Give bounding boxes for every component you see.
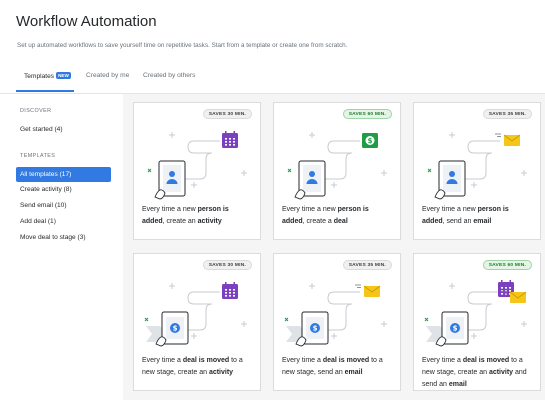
card-description: Every time a new person is added, send a…	[422, 204, 532, 228]
bold-part: added	[282, 218, 303, 225]
template-card[interactable]: $ SAVES 30 MIN. Every time a deal is move…	[133, 253, 261, 391]
calendar-icon	[222, 131, 238, 148]
active-tab-indicator	[16, 90, 74, 92]
time-saved-badge: SAVES 35 MIN.	[342, 260, 392, 270]
page-title: Workflow Automation	[16, 13, 157, 30]
time-saved-badge: SAVES 30 MIN.	[202, 260, 252, 270]
card-description: Every time a deal is moved to a new stag…	[142, 355, 252, 379]
new-badge: NEW	[56, 72, 71, 79]
template-card[interactable]: $ SAVES 35 MIN. Every time a deal is move…	[273, 253, 401, 391]
text-part: Every time a	[142, 357, 183, 364]
deal-moved-icon: $	[424, 311, 469, 347]
dollar-icon: $	[362, 133, 378, 148]
tab-templates[interactable]: Templates NEW	[24, 72, 71, 80]
text-part: Every time a	[282, 357, 323, 364]
bold-part: person is	[197, 206, 229, 213]
text-part: , create a	[302, 218, 334, 225]
svg-text:$: $	[453, 325, 458, 333]
text-part: , create an	[162, 218, 198, 225]
template-card[interactable]: $ SAVES 60 MIN. Every time a new person i…	[273, 102, 401, 240]
bold-part: activity	[208, 369, 234, 376]
deal-moved-icon: $	[144, 311, 189, 347]
tab-label: Templates	[24, 73, 55, 80]
bold-part: email	[344, 369, 363, 376]
envelope-icon	[355, 284, 381, 297]
sidebar-item-move-deal-to-stage[interactable]: Move deal to stage (3)	[20, 234, 86, 241]
bold-part: email	[473, 218, 492, 225]
time-saved-badge: SAVES 30 MIN.	[202, 109, 252, 119]
sidebar-item-get-started[interactable]: Get started (4)	[20, 126, 63, 133]
envelope-icon	[495, 133, 521, 146]
deal-moved-icon: $	[284, 311, 329, 347]
text-part: Every time a new	[142, 206, 198, 213]
tab-created-by-others[interactable]: Created by others	[143, 72, 195, 79]
card-description: Every time a new person is added, create…	[142, 204, 252, 228]
svg-text:$: $	[173, 325, 178, 333]
calendar-icon	[222, 282, 238, 299]
bold-part: deal is moved	[322, 357, 370, 364]
tab-created-by-me[interactable]: Created by me	[86, 72, 129, 79]
bold-part: deal	[333, 218, 348, 225]
page-subtitle: Set up automated workflows to save yours…	[17, 42, 348, 49]
text-part: Every time a	[422, 357, 463, 364]
text-part: Every time a new	[282, 206, 338, 213]
bold-part: deal is moved	[462, 357, 510, 364]
person-icon	[287, 160, 326, 200]
card-description: Every time a new person is added, create…	[282, 204, 392, 228]
sidebar-item-add-deal[interactable]: Add deal (1)	[20, 218, 56, 225]
sidebar-item-send-email[interactable]: Send email (10)	[20, 202, 67, 209]
sidebar-heading-discover: DISCOVER	[20, 108, 52, 114]
text-part: , send an	[442, 218, 474, 225]
bold-part: deal is moved	[182, 357, 230, 364]
tab-bar: Templates NEW Created by me Created by ot…	[16, 72, 545, 94]
time-saved-badge: SAVES 35 MIN.	[482, 109, 532, 119]
card-description: Every time a deal is moved to a new stag…	[422, 355, 532, 390]
svg-text:$: $	[368, 137, 373, 145]
person-icon	[147, 160, 186, 200]
time-saved-badge: SAVES 60 MIN.	[342, 109, 392, 119]
svg-text:$: $	[313, 325, 318, 333]
sidebar-heading-templates: TEMPLATES	[20, 153, 56, 159]
template-card[interactable]: SAVES 30 MIN. Every time a new person is …	[133, 102, 261, 240]
bold-part: added	[142, 218, 163, 225]
text-part: Every time a new	[422, 206, 478, 213]
bold-part: activity	[488, 369, 514, 376]
time-saved-badge: SAVES 60 MIN.	[482, 260, 532, 270]
bold-part: added	[422, 218, 443, 225]
template-card[interactable]: $ SAVES 60 MIN. Every time a deal is move…	[413, 253, 541, 391]
bold-part: email	[448, 381, 467, 388]
card-description: Every time a deal is moved to a new stag…	[282, 355, 392, 379]
bold-part: activity	[197, 218, 222, 225]
sidebar-item-create-activity[interactable]: Create activity (8)	[20, 186, 72, 193]
template-card[interactable]: SAVES 35 MIN. Every time a new person is …	[413, 102, 541, 240]
bold-part: person is	[337, 206, 369, 213]
person-icon	[427, 160, 466, 200]
sidebar-item-all-templates[interactable]: All templates (17)	[16, 167, 111, 182]
bold-part: person is	[477, 206, 509, 213]
